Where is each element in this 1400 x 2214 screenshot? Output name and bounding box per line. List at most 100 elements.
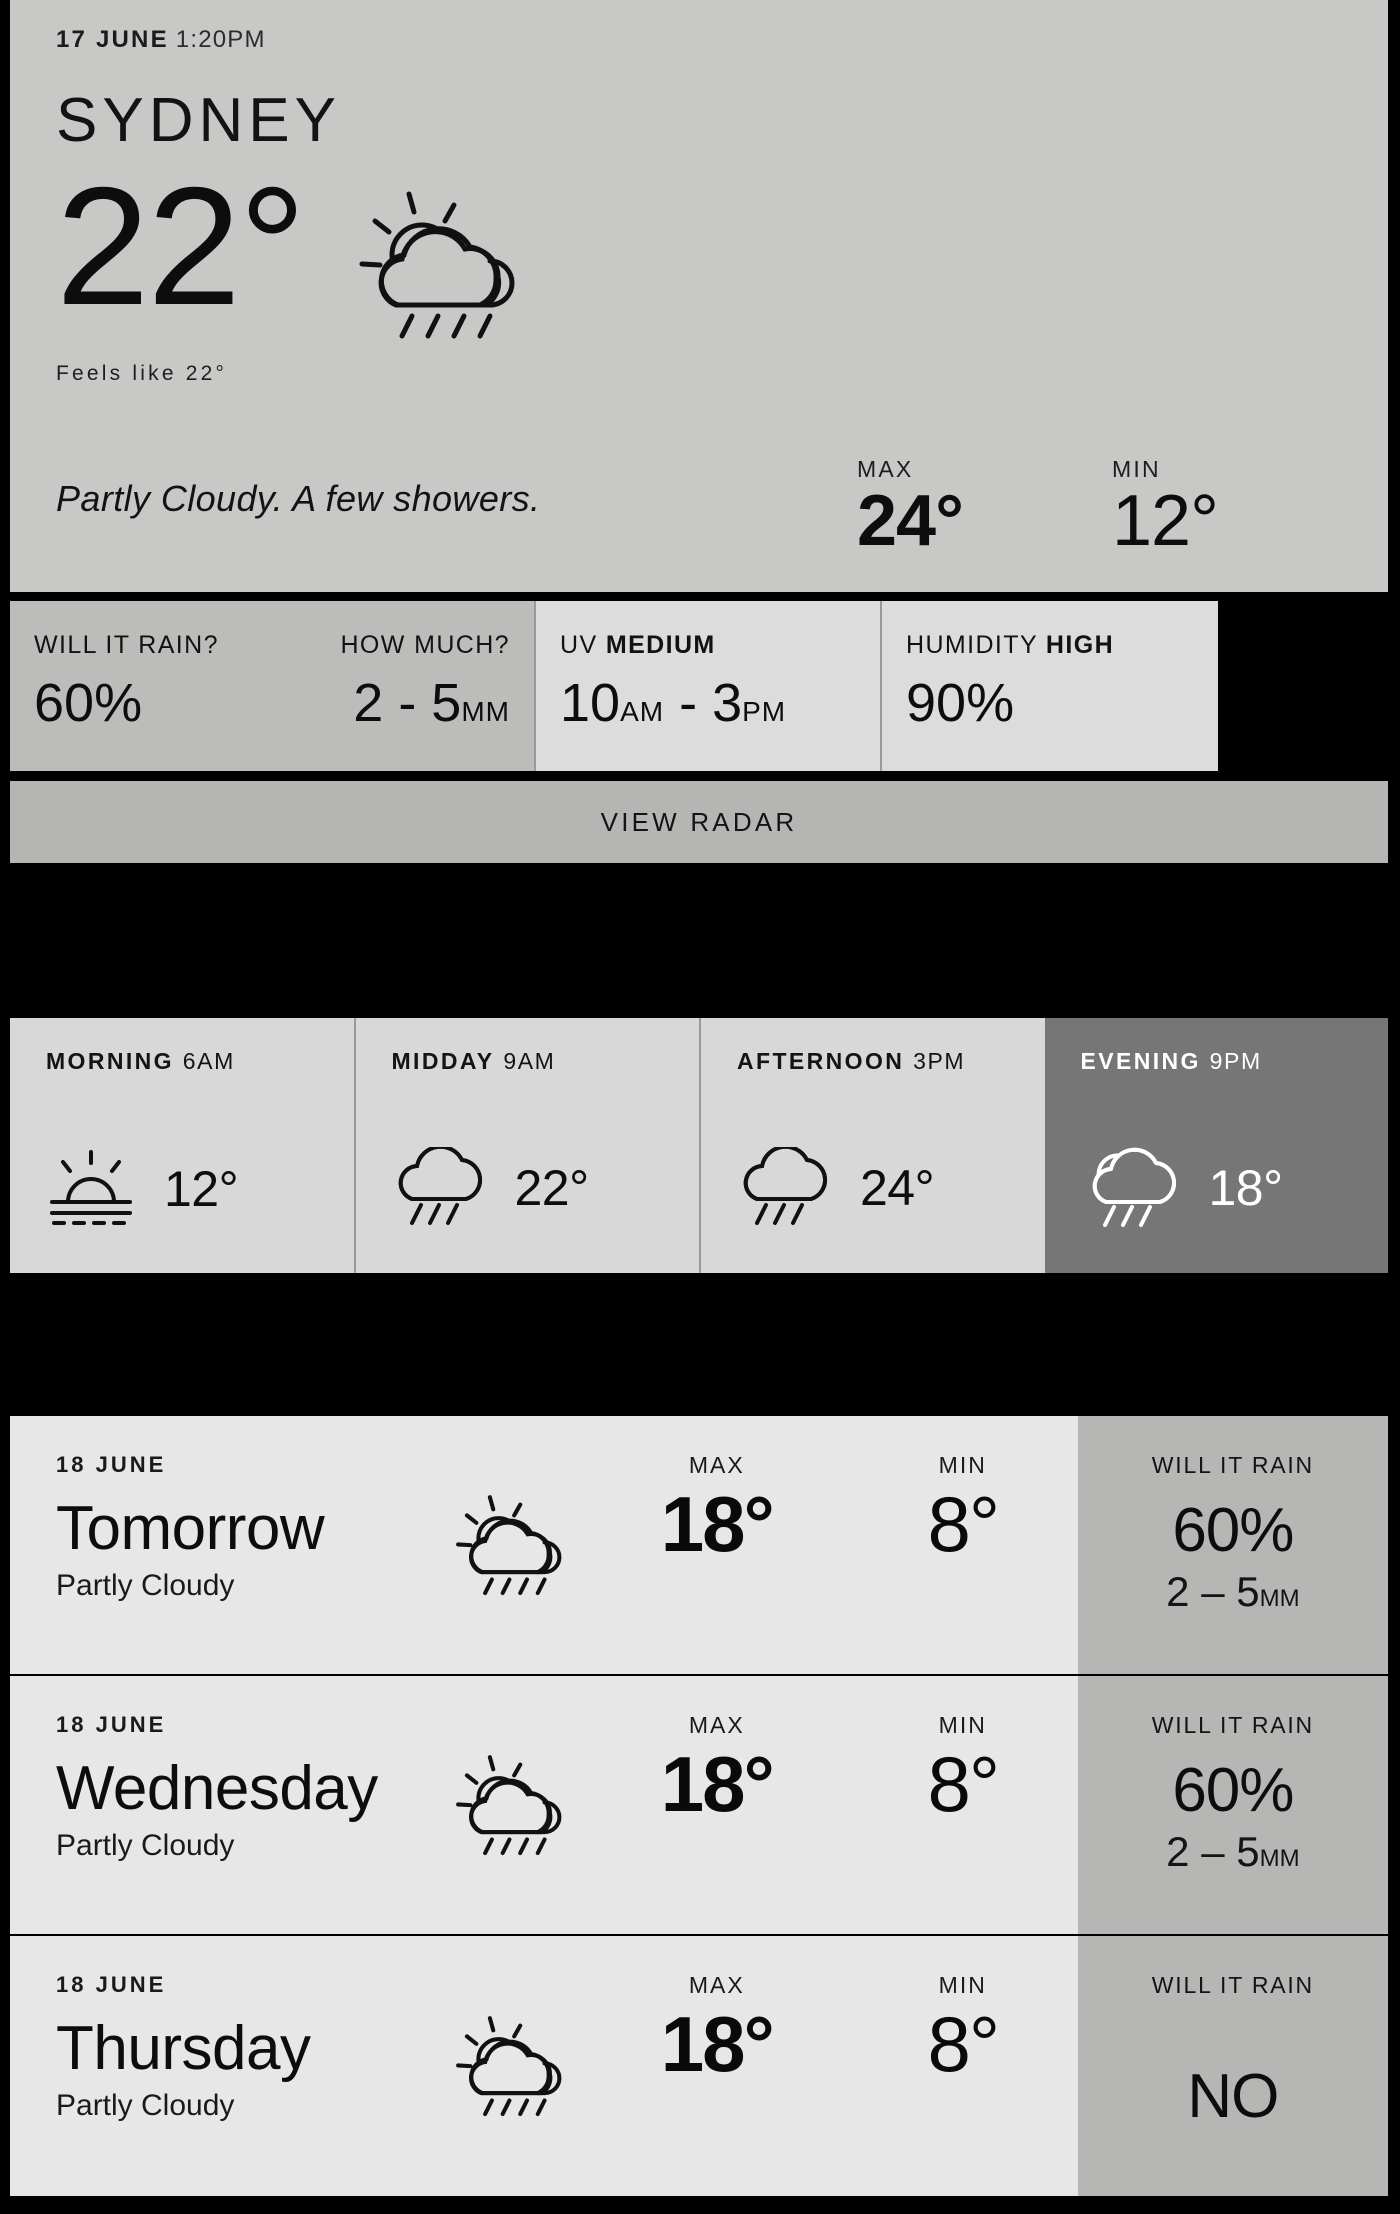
daily-condition: Partly Cloudy (56, 1829, 235, 1863)
daily-min-label: MIN (938, 1972, 987, 1998)
daily-row-info: 18 JUNE Tomorrow Partly Cloudy (10, 1416, 441, 1674)
daily-max-block: MAX 18° (586, 1972, 848, 2196)
humidity-label-value: HIGH (1045, 631, 1115, 659)
daily-day-name: Thursday (56, 2014, 311, 2083)
stat-how-much[interactable]: HOW MUCH? 2 - 5MM (288, 601, 534, 771)
stat-will-it-rain[interactable]: WILL IT RAIN? 60% (10, 601, 288, 771)
daily-row-info: 18 JUNE Thursday Partly Cloudy (10, 1936, 441, 2196)
daily-max-value: 18° (660, 1480, 775, 1568)
daily-rain-label: WILL IT RAIN (1151, 1452, 1314, 1478)
daily-rain-amount-number: 2 – 5 (1166, 1568, 1260, 1615)
daily-min-label: MIN (938, 1712, 987, 1738)
current-description: Partly Cloudy. A few showers. (56, 478, 541, 519)
current-max-block: MAX 24° (857, 442, 1112, 557)
hourly-morning-body: 12° (46, 1149, 239, 1229)
hourly-forecast-strip: MORNING 6AM 12° MIDDAY 9AM 22° AFTERNOON… (10, 1018, 1388, 1273)
daily-day-name: Tomorrow (56, 1494, 325, 1563)
daily-min-value: 8° (927, 1740, 1000, 1828)
stat-uv[interactable]: UV MEDIUM 10AM - 3PM (534, 601, 880, 771)
daily-row[interactable]: 18 JUNE Tomorrow Partly Cloudy MAX 18° M… (10, 1416, 1388, 1676)
hourly-midday-title: MIDDAY 9AM (392, 1048, 670, 1075)
current-time: 1:20PM (175, 26, 266, 53)
current-temperature: 22° (56, 152, 306, 340)
hourly-afternoon-time: 3PM (913, 1048, 966, 1074)
daily-row-info: 18 JUNE Wednesday Partly Cloudy (10, 1676, 441, 1934)
current-max-value: 24° (857, 481, 964, 561)
current-temperature-row: 22° (56, 152, 1342, 358)
daily-rain-amount: 2 – 5MM (1078, 1568, 1388, 1616)
daily-max-label: MAX (688, 1972, 745, 1998)
daily-max-block: MAX 18° (586, 1712, 848, 1934)
sun-cloud-rain-icon (441, 1416, 586, 1674)
hourly-cell-morning[interactable]: MORNING 6AM 12° (10, 1018, 354, 1273)
daily-min-label: MIN (938, 1452, 987, 1478)
feels-like-text: Feels like 22° (56, 362, 228, 385)
sun-cloud-rain-icon (441, 1936, 586, 2196)
uv-start-meridiem: AM (620, 696, 665, 727)
daily-rain-value: 60% (1172, 1496, 1294, 1565)
daily-minmax: MAX 18° MIN 8° (586, 1936, 1078, 2196)
daily-rain-label: WILL IT RAIN (1151, 1972, 1314, 1998)
stat-humidity-label: HUMIDITY HIGH (906, 631, 1194, 660)
daily-max-block: MAX 18° (586, 1452, 848, 1674)
daily-row[interactable]: 18 JUNE Thursday Partly Cloudy MAX 18° M… (10, 1936, 1388, 2196)
current-min-value: 12° (1112, 481, 1219, 561)
stats-strip: WILL IT RAIN? 60% HOW MUCH? 2 - 5MM UV M… (10, 601, 1388, 771)
hourly-afternoon-period: AFTERNOON (737, 1048, 905, 1074)
hourly-cell-afternoon[interactable]: AFTERNOON 3PM 24° (699, 1018, 1045, 1273)
hourly-evening-time: 9PM (1209, 1048, 1262, 1074)
hourly-midday-body: 22° (392, 1147, 589, 1229)
current-date: 17 JUNE (56, 26, 169, 53)
daily-rain-block: WILL IT RAIN NO (1077, 1936, 1388, 2196)
daily-date: 18 JUNE (56, 1712, 167, 1737)
hourly-evening-body: 18° (1081, 1147, 1283, 1229)
daily-rain-value: 60% (1172, 1756, 1294, 1825)
current-max-label: MAX (857, 456, 914, 482)
daily-date: 18 JUNE (56, 1452, 167, 1477)
hourly-afternoon-title: AFTERNOON 3PM (737, 1048, 1015, 1075)
hourly-cell-midday[interactable]: MIDDAY 9AM 22° (353, 1018, 699, 1273)
city-name: SYDNEY (56, 86, 341, 155)
humidity-label-plain: HUMIDITY (906, 631, 1046, 659)
stat-uv-label: UV MEDIUM (560, 631, 856, 660)
daily-min-block: MIN 8° (848, 1452, 1078, 1674)
daily-max-value: 18° (660, 1740, 775, 1828)
stat-humidity[interactable]: HUMIDITY HIGH 90% (880, 601, 1218, 771)
current-min-block: MIN 12° (1112, 442, 1342, 557)
daily-rain-amount-unit: MM (1259, 1585, 1300, 1612)
daily-minmax: MAX 18° MIN 8° (586, 1416, 1078, 1674)
hourly-morning-temp: 12° (164, 1161, 239, 1217)
current-min-label: MIN (1112, 456, 1161, 482)
daily-max-label: MAX (688, 1712, 745, 1738)
hourly-midday-period: MIDDAY (391, 1048, 495, 1074)
weather-app-screen: 17 JUNE 1:20PM SYDNEY 22° Feels like 22°… (0, 0, 1400, 2214)
uv-label-plain: UV (560, 631, 606, 659)
daily-rain-amount-unit: MM (1259, 1845, 1300, 1872)
daily-row[interactable]: 18 JUNE Wednesday Partly Cloudy MAX 18° … (10, 1676, 1388, 1936)
daily-rain-label: WILL IT RAIN (1151, 1712, 1314, 1738)
stat-how-much-label: HOW MUCH? (340, 631, 510, 659)
cloud-rain-icon (737, 1147, 832, 1229)
daily-date: 18 JUNE (56, 1972, 167, 1997)
hourly-cell-evening[interactable]: EVENING 9PM 18° (1044, 1018, 1388, 1273)
description-and-minmax: Partly Cloudy. A few showers. MAX 24° MI… (56, 442, 1342, 592)
daily-rain-amount-number: 2 – 5 (1166, 1828, 1260, 1875)
view-radar-button[interactable]: VIEW RADAR (10, 781, 1388, 863)
hourly-midday-temp: 22° (514, 1160, 590, 1216)
daily-rain-block: WILL IT RAIN 60% 2 – 5MM (1077, 1676, 1388, 1934)
hourly-evening-title: EVENING 9PM (1081, 1048, 1359, 1075)
stat-will-it-rain-value: 60% (34, 673, 143, 733)
hourly-afternoon-temp: 24° (860, 1160, 935, 1216)
daily-max-value: 18° (660, 2000, 775, 2088)
sun-cloud-rain-icon (441, 1676, 586, 1934)
current-datetime: 17 JUNE 1:20PM (56, 26, 1342, 54)
stat-how-much-value: 2 - 5MM (312, 672, 510, 734)
uv-end-hour: 3 (712, 673, 743, 733)
hourly-morning-period: MORNING (46, 1048, 174, 1074)
daily-min-value: 8° (927, 1480, 1000, 1568)
how-much-unit: MM (461, 696, 510, 727)
sun-cloud-rain-icon (344, 188, 544, 358)
daily-min-value: 8° (927, 2000, 1000, 2088)
uv-label-value: MEDIUM (605, 631, 716, 659)
uv-end-meridiem: PM (742, 696, 787, 727)
